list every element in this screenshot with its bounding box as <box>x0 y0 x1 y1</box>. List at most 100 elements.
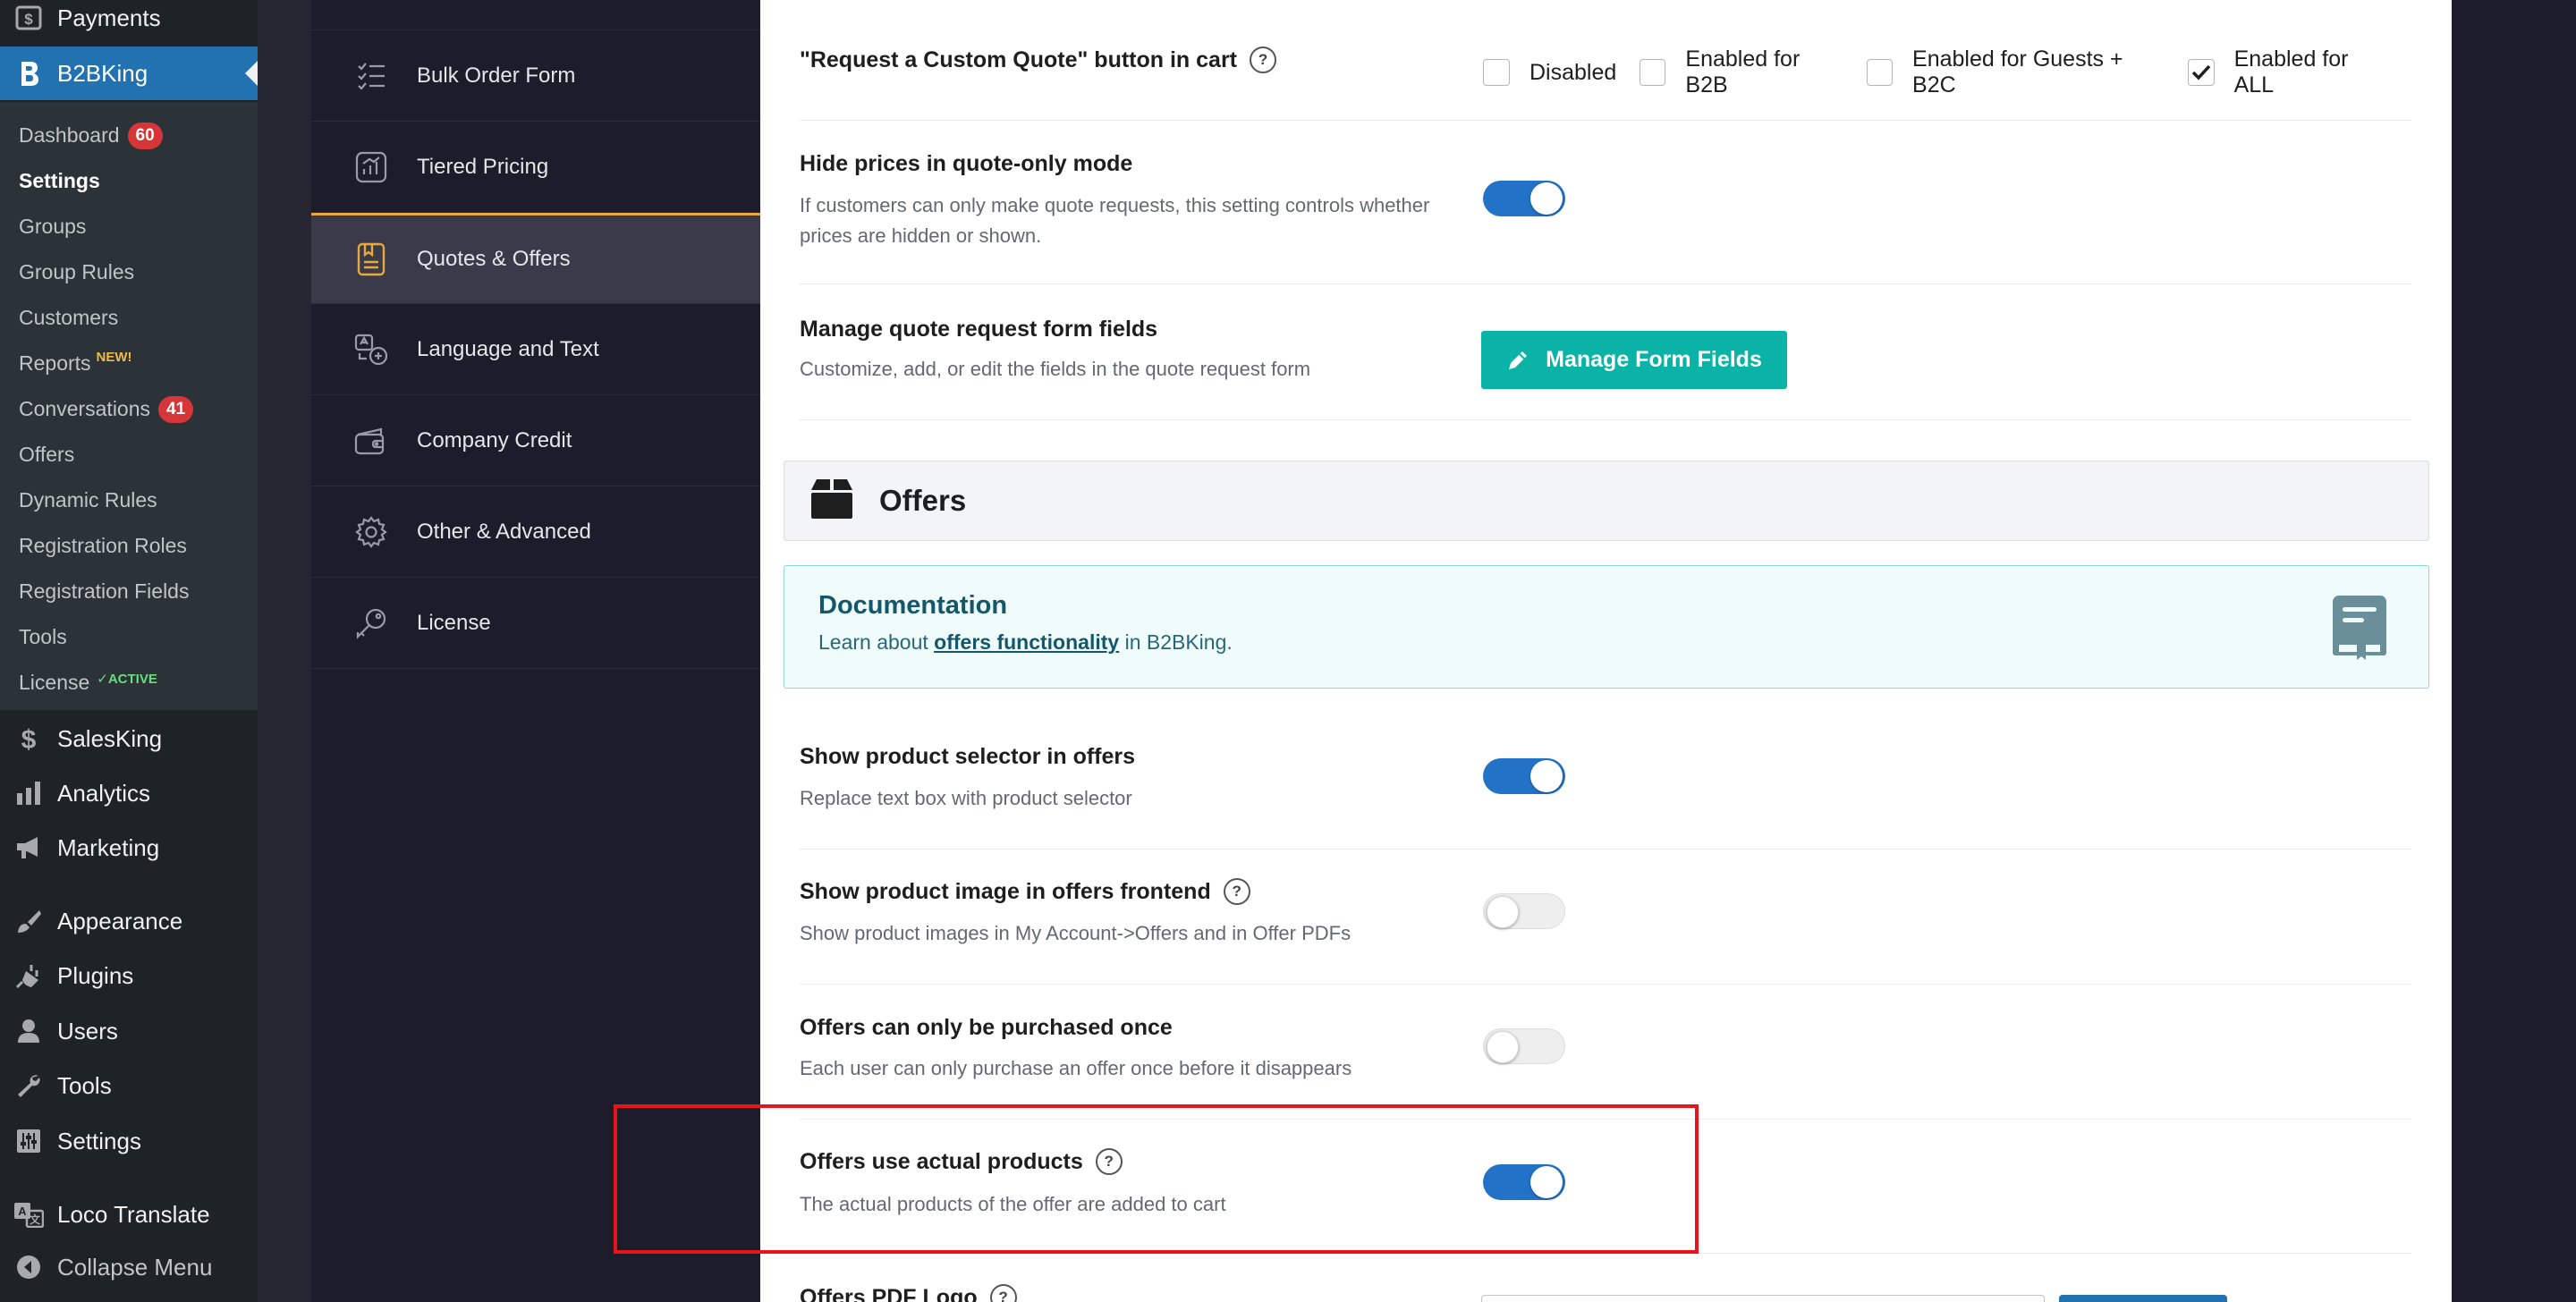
setting-label: "Request a Custom Quote" button in cart <box>800 46 1238 72</box>
right-background <box>2452 0 2576 1302</box>
submenu-registration-fields[interactable]: Registration Fields <box>0 569 258 614</box>
b2bking-submenu: Dashboard 60 Settings Groups Group Rules … <box>0 102 258 710</box>
submenu-group-rules[interactable]: Group Rules <box>0 249 258 295</box>
megaphone-icon <box>0 834 57 861</box>
toggle-hide-prices[interactable] <box>1483 181 1565 216</box>
plug-icon <box>0 962 57 989</box>
setting-product-selector: Show product selector in offers Replace … <box>800 714 2411 850</box>
highlight-annotation <box>614 1104 1699 1254</box>
user-icon <box>0 1018 57 1044</box>
salesking-icon: $ <box>0 724 57 753</box>
pdf-logo-upload-button[interactable] <box>2059 1295 2227 1302</box>
menu-marketing[interactable]: Marketing <box>0 821 258 875</box>
toggle-product-image[interactable] <box>1483 893 1565 929</box>
current-menu-arrow <box>245 61 258 86</box>
option-enabled-guests-b2c[interactable]: Enabled for Guests + B2C <box>1866 46 2165 98</box>
pencil-icon <box>1509 351 1528 369</box>
checkmark-icon <box>2191 64 2211 80</box>
documentation-box: Documentation Learn about offers functio… <box>784 565 2429 689</box>
language-icon <box>351 334 392 366</box>
menu-payments-label: Payments <box>57 4 161 31</box>
svg-text:$: $ <box>21 725 37 753</box>
offers-functionality-link[interactable]: offers functionality <box>934 630 1119 654</box>
sliders-icon <box>0 1128 57 1154</box>
menu-b2bking[interactable]: B2BKing <box>0 46 258 100</box>
menu-tools[interactable]: Tools <box>0 1059 258 1112</box>
setting-description: Replace text box with product selector <box>800 787 1132 809</box>
menu-appearance[interactable]: Appearance <box>0 894 258 948</box>
settings-tabs: Bulk Order Form Tiered Pricing Quotes & … <box>311 0 760 669</box>
wp-admin-sidebar: $ Payments B2BKing Dashboard 60 Settings … <box>0 0 258 1302</box>
submenu-settings[interactable]: Settings <box>0 158 258 204</box>
menu-plugins[interactable]: Plugins <box>0 949 258 1002</box>
dashboard-badge: 60 <box>127 122 163 149</box>
submenu-dashboard[interactable]: Dashboard 60 <box>0 113 258 158</box>
setting-description: Each user can only purchase an offer onc… <box>800 1057 1352 1079</box>
submenu-tools[interactable]: Tools <box>0 614 258 660</box>
wrench-icon <box>0 1072 57 1099</box>
gear-icon <box>351 515 392 548</box>
tab-license[interactable]: License <box>311 578 760 669</box>
chart-icon <box>351 151 392 183</box>
option-enabled-all[interactable]: Enabled for ALL <box>2188 46 2388 98</box>
menu-settings[interactable]: Settings <box>0 1114 258 1168</box>
setting-label: Show product image in offers frontend <box>800 878 1211 904</box>
wallet-icon <box>351 426 392 456</box>
submenu-reports[interactable]: Reports NEW! <box>0 341 258 386</box>
tab-other-advanced[interactable]: Other & Advanced <box>311 486 760 578</box>
menu-collapse[interactable]: Collapse Menu <box>0 1240 258 1294</box>
submenu-offers[interactable]: Offers <box>0 432 258 478</box>
menu-users[interactable]: Users <box>0 1004 258 1058</box>
menu-analytics[interactable]: Analytics <box>0 766 258 820</box>
setting-product-image: Show product image in offers frontend ? … <box>800 850 2411 985</box>
tab-language-text[interactable]: Language and Text <box>311 304 760 395</box>
document-icon <box>351 242 392 276</box>
setting-description: If customers can only make quote request… <box>800 194 1430 247</box>
setting-label: Offers PDF Logo <box>800 1284 978 1302</box>
submenu-customers[interactable]: Customers <box>0 295 258 341</box>
offers-section-header: Offers <box>784 461 2429 541</box>
submenu-dynamic-rules[interactable]: Dynamic Rules <box>0 478 258 523</box>
option-disabled[interactable]: Disabled <box>1483 59 1616 86</box>
checklist-icon <box>351 61 392 91</box>
setting-label: Manage quote request form fields <box>800 317 1158 342</box>
setting-label: Hide prices in quote-only mode <box>800 151 1133 176</box>
submenu-license[interactable]: License ✓ACTIVE <box>0 660 258 706</box>
checkbox-enabled-guests-b2c[interactable] <box>1866 59 1894 86</box>
conversations-badge: 41 <box>158 395 194 423</box>
key-icon <box>351 607 392 639</box>
tab-quotes-offers[interactable]: Quotes & Offers <box>311 213 760 304</box>
pdf-logo-input[interactable] <box>1481 1295 2045 1302</box>
menu-payments[interactable]: $ Payments <box>0 0 258 45</box>
section-title: Offers <box>879 484 967 517</box>
new-tag: NEW! <box>96 350 132 365</box>
setting-purchase-once: Offers can only be purchased once Each u… <box>800 985 2411 1120</box>
nav-gutter <box>258 0 311 1302</box>
checkbox-enabled-b2b[interactable] <box>1640 59 1666 86</box>
box-icon <box>809 478 854 525</box>
menu-loco-translate[interactable]: A文 Loco Translate <box>0 1188 258 1241</box>
help-icon[interactable]: ? <box>1250 46 1277 73</box>
setting-hide-prices: Hide prices in quote-only mode If custom… <box>800 121 2411 284</box>
bar-chart-icon <box>0 781 57 806</box>
tab-tiered-pricing[interactable]: Tiered Pricing <box>311 122 760 213</box>
documentation-title: Documentation <box>818 591 1008 620</box>
help-icon[interactable]: ? <box>989 1284 1017 1302</box>
svg-text:$: $ <box>24 11 33 28</box>
submenu-groups[interactable]: Groups <box>0 204 258 249</box>
toggle-product-selector[interactable] <box>1483 758 1565 794</box>
help-icon[interactable]: ? <box>1223 878 1250 905</box>
checkbox-enabled-all[interactable] <box>2188 59 2215 86</box>
setting-custom-quote-button: "Request a Custom Quote" button in cart … <box>800 0 2411 121</box>
tab-company-credit[interactable]: Company Credit <box>311 395 760 486</box>
submenu-registration-roles[interactable]: Registration Roles <box>0 523 258 569</box>
option-enabled-b2b[interactable]: Enabled for B2B <box>1640 46 1843 98</box>
toggle-purchase-once[interactable] <box>1483 1028 1565 1064</box>
setting-description: Show product images in My Account->Offer… <box>800 922 1352 944</box>
submenu-conversations[interactable]: Conversations 41 <box>0 386 258 432</box>
tab-bulk-order-form[interactable]: Bulk Order Form <box>311 30 760 122</box>
checkbox-disabled[interactable] <box>1483 59 1510 86</box>
menu-salesking[interactable]: $ SalesKing <box>0 712 258 765</box>
manage-form-fields-button[interactable]: Manage Form Fields <box>1481 331 1787 389</box>
custom-quote-options: Disabled Enabled for B2B Enabled for Gue… <box>1483 46 2411 98</box>
